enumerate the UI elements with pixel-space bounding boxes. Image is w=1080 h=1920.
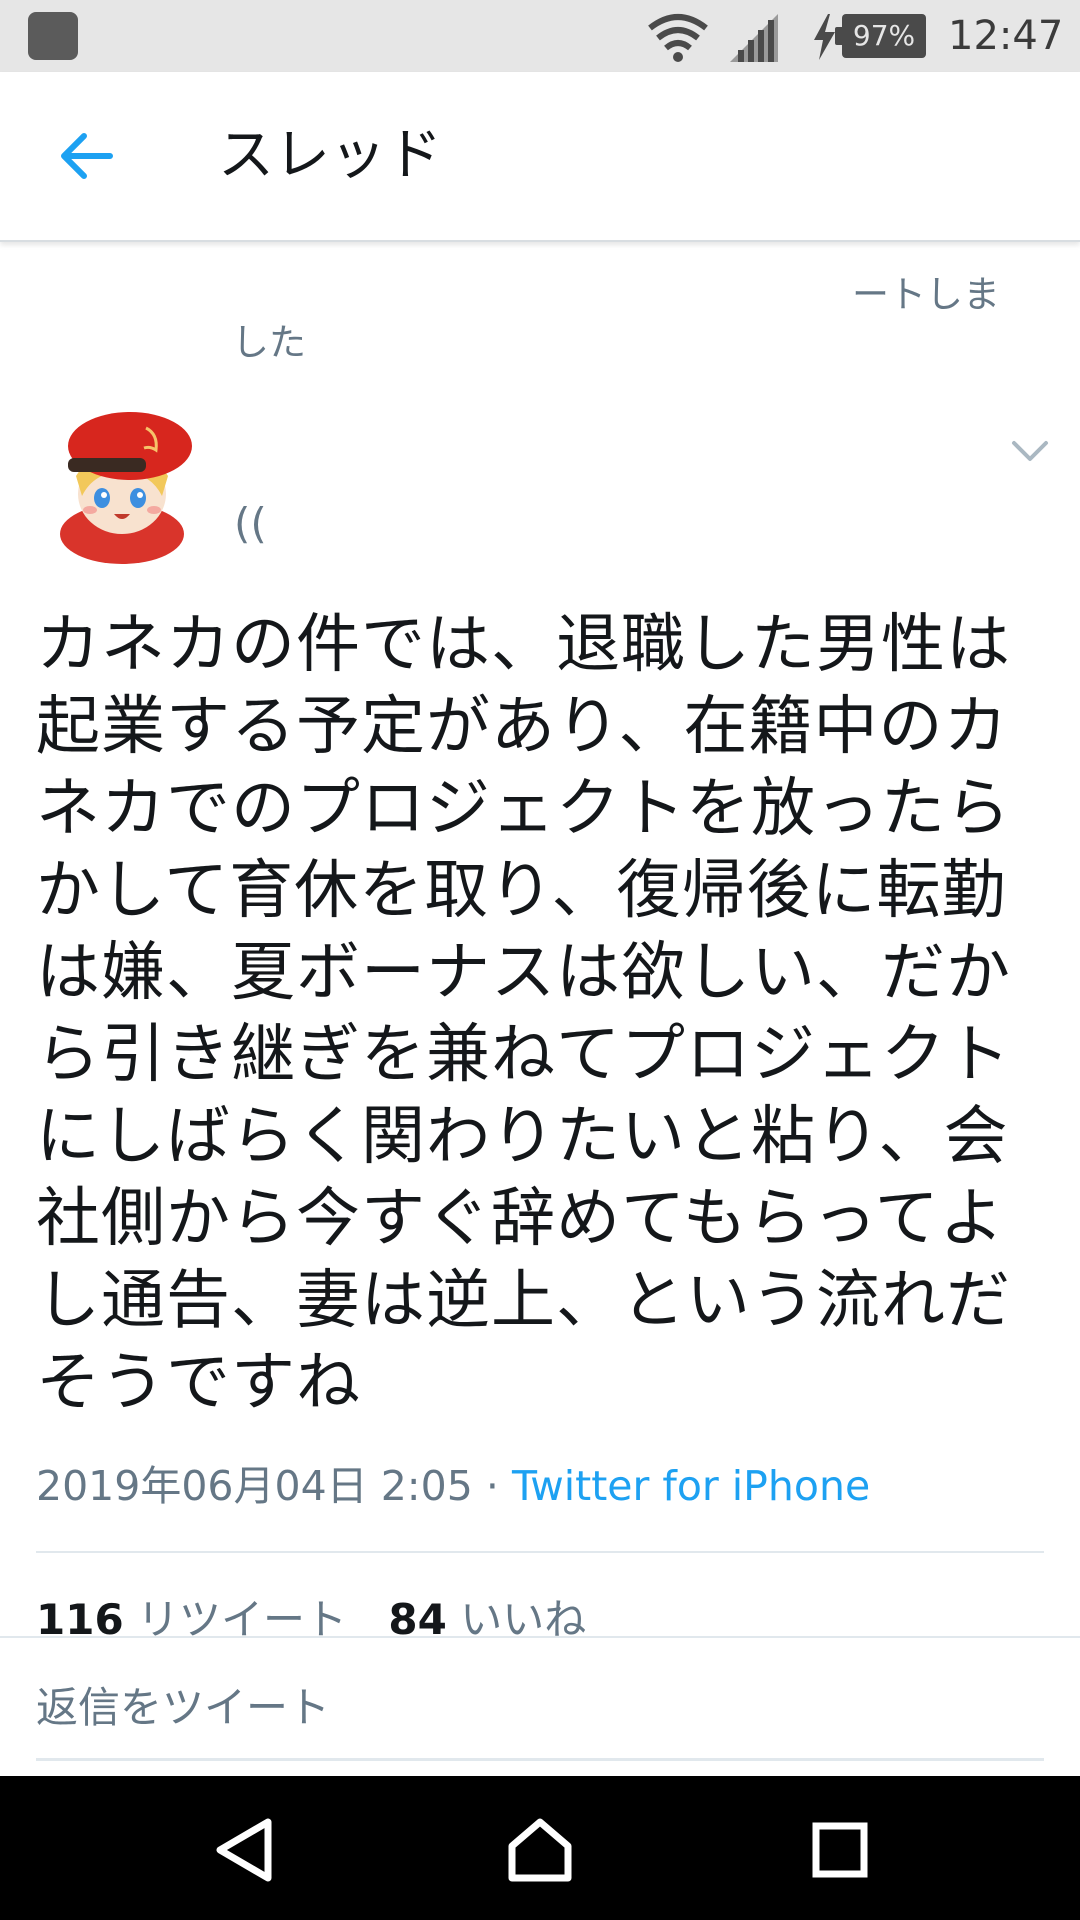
avatar[interactable] bbox=[50, 406, 194, 566]
social-context-line-2: した bbox=[232, 321, 306, 364]
meta-separator: · bbox=[485, 1462, 499, 1510]
reply-bar: 返信をツイート bbox=[0, 1636, 1080, 1778]
signal-icon bbox=[730, 14, 778, 62]
system-navigation-bar bbox=[0, 1776, 1080, 1920]
clock: 12:47 bbox=[948, 13, 1064, 59]
reply-input-underline bbox=[36, 1758, 1044, 1761]
tweet-source-link[interactable]: Twitter for iPhone bbox=[512, 1462, 870, 1510]
social-context-line-1: ートしま bbox=[852, 273, 1000, 316]
recent-apps-icon[interactable] bbox=[802, 1812, 878, 1888]
battery-icon: 97% bbox=[835, 14, 926, 58]
page-title: スレッド bbox=[218, 123, 442, 188]
reply-input[interactable]: 返信をツイート bbox=[36, 1680, 330, 1736]
author-handle-fragment: (( bbox=[234, 499, 267, 548]
home-icon[interactable] bbox=[502, 1812, 578, 1888]
back-triangle-icon[interactable] bbox=[206, 1812, 282, 1888]
back-arrow-icon[interactable] bbox=[58, 130, 114, 182]
app-notification-icon bbox=[28, 12, 78, 60]
charging-bolt-icon bbox=[814, 14, 835, 60]
battery-percent: 97% bbox=[852, 19, 916, 52]
status-bar: 97% 12:47 bbox=[0, 0, 1080, 72]
top-app-bar: スレッド bbox=[0, 72, 1080, 242]
tweet-date: 2019年06月04日 2:05 bbox=[36, 1462, 473, 1510]
chevron-down-icon[interactable] bbox=[1010, 438, 1050, 464]
wifi-icon bbox=[648, 14, 708, 62]
tweet-text: カネカの件では、退職した男性は起業する予定があり、在籍中のカネカでのプロジェクト… bbox=[36, 608, 1011, 1420]
divider bbox=[36, 1551, 1044, 1553]
tweet-meta: 2019年06月04日 2:05 · Twitter for iPhone bbox=[36, 1460, 870, 1512]
